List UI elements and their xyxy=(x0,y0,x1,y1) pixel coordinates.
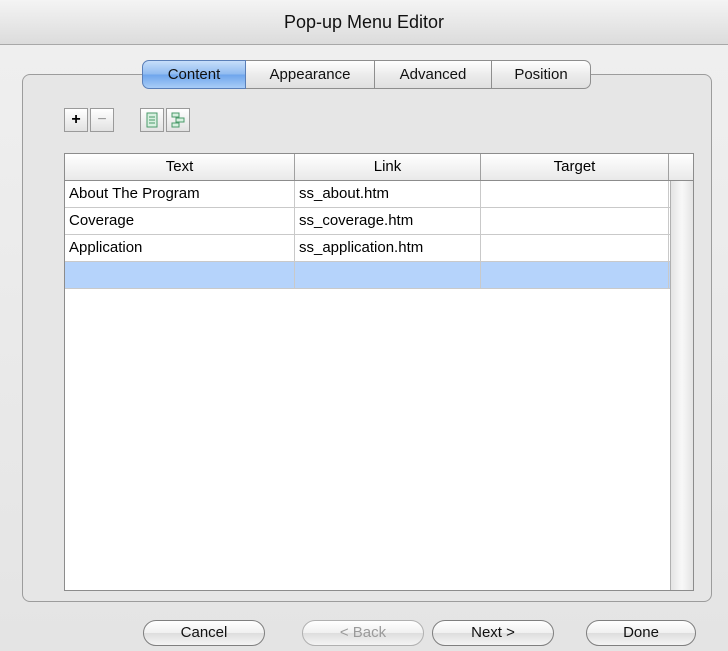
list-indent-icon xyxy=(146,112,158,128)
tab-advanced[interactable]: Advanced xyxy=(375,60,492,89)
cell-link[interactable]: ss_about.htm xyxy=(295,181,481,207)
cell-text[interactable] xyxy=(65,262,295,288)
cell-text[interactable]: Coverage xyxy=(65,208,295,234)
cell-link[interactable] xyxy=(295,262,481,288)
cell-link[interactable]: ss_coverage.htm xyxy=(295,208,481,234)
done-button[interactable]: Done xyxy=(586,620,696,646)
title-bar[interactable]: Pop-up Menu Editor xyxy=(0,0,728,45)
cell-link[interactable]: ss_application.htm xyxy=(295,235,481,261)
window-title: Pop-up Menu Editor xyxy=(283,12,445,32)
table-body: About The Program ss_about.htm Coverage … xyxy=(65,181,693,289)
button-bar: Cancel < Back Next > Done xyxy=(0,620,728,648)
window: Pop-up Menu Editor Content Appearance Ad… xyxy=(0,0,728,651)
back-button[interactable]: < Back xyxy=(302,620,424,646)
next-button[interactable]: Next > xyxy=(432,620,554,646)
menu-items-table: Text Link Target About The Program ss_ab… xyxy=(64,153,694,591)
add-item-button[interactable]: + xyxy=(64,108,88,132)
cell-target[interactable] xyxy=(481,262,669,288)
tab-content[interactable]: Content xyxy=(142,60,246,89)
tab-position[interactable]: Position xyxy=(492,60,591,89)
item-toolbar: + − xyxy=(64,108,192,134)
list-outdent-icon xyxy=(171,112,185,128)
remove-item-button[interactable]: − xyxy=(90,108,114,132)
column-header-target[interactable]: Target xyxy=(481,154,669,180)
table-header: Text Link Target xyxy=(65,154,693,181)
vertical-scrollbar[interactable] xyxy=(670,181,693,590)
table-row-selected[interactable] xyxy=(65,262,693,289)
column-header-text[interactable]: Text xyxy=(65,154,295,180)
cell-target[interactable] xyxy=(481,235,669,261)
table-row[interactable]: Coverage ss_coverage.htm xyxy=(65,208,693,235)
tab-bar: Content Appearance Advanced Position xyxy=(142,60,591,89)
indent-item-button[interactable] xyxy=(140,108,164,132)
cancel-button[interactable]: Cancel xyxy=(143,620,265,646)
cell-text[interactable]: Application xyxy=(65,235,295,261)
outdent-item-button[interactable] xyxy=(166,108,190,132)
cell-target[interactable] xyxy=(481,208,669,234)
column-header-link[interactable]: Link xyxy=(295,154,481,180)
cell-text[interactable]: About The Program xyxy=(65,181,295,207)
cell-target[interactable] xyxy=(481,181,669,207)
table-row[interactable]: About The Program ss_about.htm xyxy=(65,181,693,208)
table-row[interactable]: Application ss_application.htm xyxy=(65,235,693,262)
tab-appearance[interactable]: Appearance xyxy=(246,60,375,89)
